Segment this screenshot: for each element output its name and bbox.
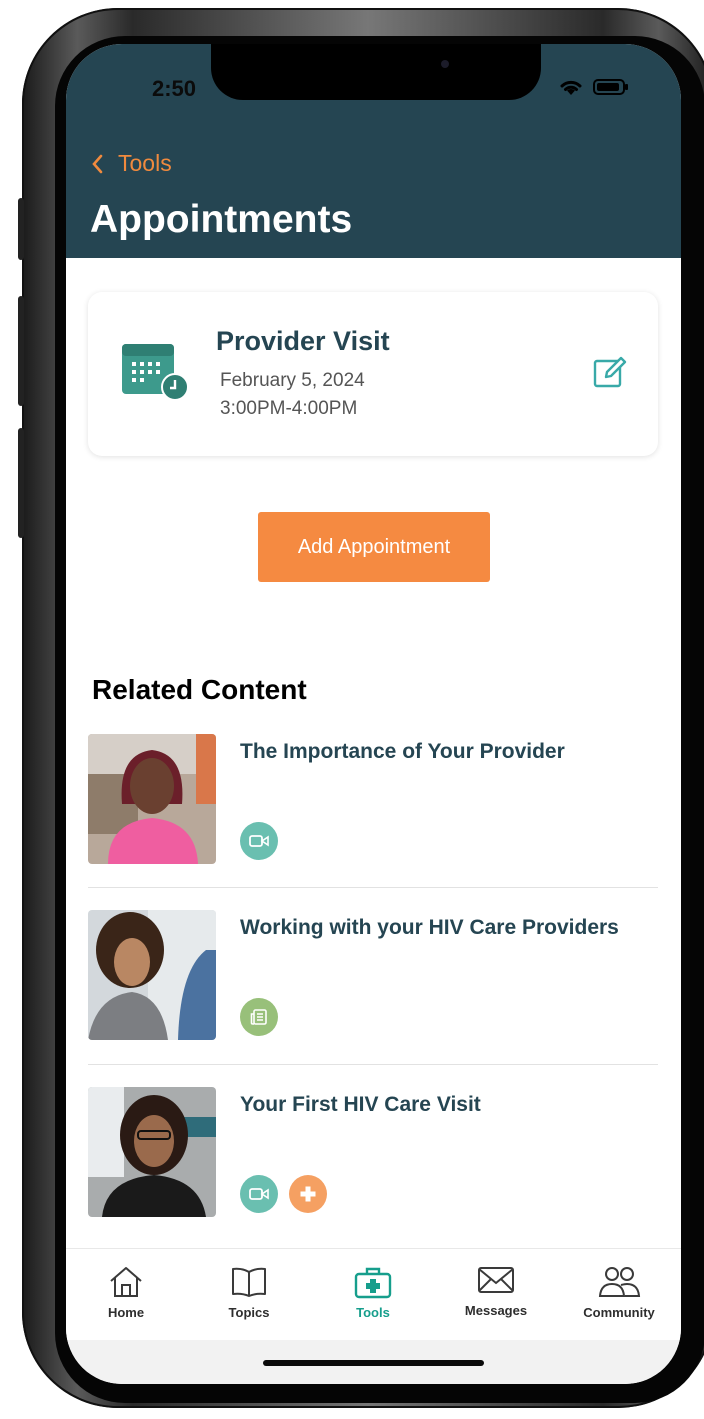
notch: [211, 44, 541, 100]
video-icon: [240, 822, 278, 860]
thumbnail-image: [88, 734, 216, 864]
thumbnail-image: [88, 910, 216, 1040]
list-item[interactable]: Working with your HIV Care Providers: [88, 910, 658, 1042]
appointment-title: Provider Visit: [216, 326, 390, 356]
back-button[interactable]: Tools: [90, 150, 172, 177]
divider: [88, 887, 658, 888]
chevron-left-icon: [92, 154, 103, 173]
badges: [240, 822, 278, 860]
home-indicator-area: [66, 1340, 681, 1384]
battery-icon: [593, 79, 628, 95]
tab-tools-label: Tools: [356, 1305, 390, 1320]
volume-up-button: [18, 296, 24, 406]
divider: [88, 1064, 658, 1065]
related-content-heading: Related Content: [92, 674, 307, 705]
badges: [240, 998, 278, 1036]
phone-screen: 2:50 Tools Appointments Provider Visit F…: [66, 44, 681, 1384]
badges: [240, 1175, 327, 1213]
medical-kit-icon: [354, 1267, 392, 1299]
tab-bar: Home Topics Tools Messages Community: [66, 1248, 681, 1341]
tab-tools[interactable]: Tools: [323, 1265, 423, 1320]
tab-community[interactable]: Community: [569, 1265, 669, 1320]
back-label: Tools: [118, 150, 172, 176]
list-item[interactable]: The Importance of Your Provider: [88, 734, 658, 866]
video-icon: [240, 1175, 278, 1213]
home-icon: [110, 1267, 142, 1297]
health-cross-icon: [289, 1175, 327, 1213]
tab-topics-label: Topics: [228, 1305, 270, 1320]
appointment-time: 3:00PM-4:00PM: [220, 398, 358, 419]
page-title: Appointments: [90, 198, 353, 241]
appointment-card[interactable]: Provider Visit February 5, 2024 3:00PM-4…: [88, 292, 658, 456]
tab-community-label: Community: [583, 1305, 655, 1320]
status-icons: [559, 78, 629, 96]
thumbnail-image: [88, 1087, 216, 1217]
content-title: Working with your HIV Care Providers: [240, 916, 619, 939]
content-title: Your First HIV Care Visit: [240, 1093, 481, 1116]
content-title: The Importance of Your Provider: [240, 740, 565, 763]
appointment-date: February 5, 2024: [220, 370, 365, 391]
article-icon: [240, 998, 278, 1036]
book-icon: [232, 1267, 266, 1297]
mute-switch: [18, 198, 24, 260]
tab-messages-label: Messages: [464, 1303, 528, 1318]
tab-topics[interactable]: Topics: [199, 1265, 299, 1320]
wifi-icon: [560, 80, 582, 95]
envelope-icon: [478, 1267, 514, 1293]
camera-dot: [441, 60, 449, 68]
add-appointment-button[interactable]: Add Appointment: [258, 512, 490, 582]
tab-home[interactable]: Home: [76, 1265, 176, 1320]
home-indicator[interactable]: [263, 1360, 484, 1366]
edit-icon[interactable]: [592, 354, 628, 390]
header: 2:50 Tools Appointments: [66, 44, 681, 258]
calendar-clock-icon: [122, 344, 189, 401]
status-time: 2:50: [152, 76, 197, 101]
list-item[interactable]: Your First HIV Care Visit: [88, 1087, 658, 1219]
tab-messages[interactable]: Messages: [446, 1263, 546, 1318]
people-icon: [598, 1267, 641, 1297]
volume-down-button: [18, 428, 24, 538]
tab-home-label: Home: [107, 1305, 145, 1320]
